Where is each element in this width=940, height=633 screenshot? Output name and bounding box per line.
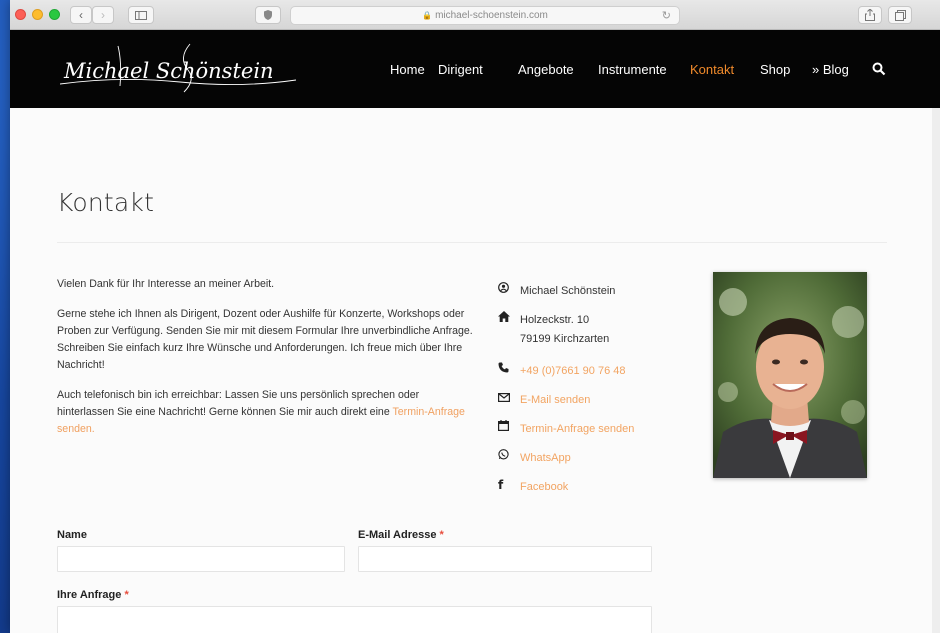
nav-item-angebote[interactable]: Angebote [518,58,574,81]
chevron-right-icon: › [101,8,105,22]
main-content: Kontakt Vielen Dank für Ihr Interesse an… [10,108,940,633]
page-title: Kontakt [57,188,155,217]
intro-paragraph-2: Gerne stehe ich Ihnen als Dirigent, Doze… [57,308,473,371]
request-label: Ihre Anfrage * [57,589,129,601]
svg-text:Michael Schönstein: Michael Schönstein [63,59,274,83]
facebook-icon: f [498,478,504,492]
nav-item-shop[interactable]: Shop [760,58,790,81]
privacy-button[interactable] [255,6,281,24]
contact-street: Holzeckstr. 10 [520,314,590,326]
required-marker: * [439,529,444,541]
zoom-window-button[interactable] [49,9,60,20]
tabs-icon [894,9,906,21]
portrait-photo [713,272,867,478]
sidebar-icon [135,10,147,20]
phone-icon [498,362,520,381]
search-icon [872,62,886,76]
minimize-window-button[interactable] [32,9,43,20]
email-label-text: E-Mail Adresse [358,529,437,541]
required-marker: * [124,589,129,601]
show-tabs-button[interactable] [888,6,912,24]
site-header: Michael Schönstein Home Dirigent Angebot… [10,30,940,108]
calendar-icon [498,420,520,439]
request-label-text: Ihre Anfrage [57,589,122,601]
contact-facebook-link[interactable]: Facebook [520,478,568,497]
contact-facebook-row: f Facebook [498,478,698,497]
shield-icon [264,10,272,20]
person-icon [498,282,520,301]
lock-icon: 🔒 [422,11,433,20]
contact-name-row: Michael Schönstein [498,282,698,301]
nav-item-kontakt[interactable]: Kontakt [690,58,734,81]
intro-paragraph-3-text: Auch telefonisch bin ich erreichbar: Las… [57,389,420,418]
share-icon [865,9,875,21]
search-button[interactable] [872,62,886,76]
browser-toolbar: ‹ › 🔒 michael-schoenstein.com ↻ [10,0,940,30]
sidebar-button[interactable] [128,6,154,24]
share-button[interactable] [858,6,882,24]
signature-logo: Michael Schönstein [59,43,297,93]
email-label: E-Mail Adresse * [358,529,444,541]
chevron-left-icon: ‹ [79,8,83,22]
contact-appointment-row: Termin-Anfrage senden [498,420,698,439]
intro-text: Vielen Dank für Ihr Interesse an meiner … [57,276,477,451]
back-button[interactable]: ‹ [70,6,92,24]
home-icon [498,311,520,349]
title-divider [57,242,887,243]
contact-address: Holzeckstr. 10 79199 Kirchzarten [520,311,609,349]
reload-icon[interactable]: ↻ [662,9,671,22]
browser-window: ‹ › 🔒 michael-schoenstein.com ↻ Michael … [10,0,940,633]
page-scrollbar[interactable] [932,108,940,633]
name-input[interactable] [57,546,345,572]
nav-item-instrumente[interactable]: Instrumente [598,58,667,81]
site-logo[interactable]: Michael Schönstein [59,40,300,98]
nav-item-dirigent[interactable]: Dirigent [438,58,483,81]
intro-paragraph-1: Vielen Dank für Ihr Interesse an meiner … [57,278,275,290]
forward-button[interactable]: › [92,6,114,24]
address-bar[interactable]: 🔒 michael-schoenstein.com ↻ [290,6,680,25]
close-window-button[interactable] [15,9,26,20]
contact-appointment-link[interactable]: Termin-Anfrage senden [520,420,634,439]
contact-address-row: Holzeckstr. 10 79199 Kirchzarten [498,311,698,349]
email-input[interactable] [358,546,652,572]
contact-whatsapp-link[interactable]: WhatsApp [520,449,571,468]
intro-paragraph-3: Auch telefonisch bin ich erreichbar: Las… [57,387,477,438]
contact-email-row: E-Mail senden [498,391,698,410]
contact-phone-link[interactable]: +49 (0)7661 90 76 48 [520,362,626,381]
envelope-icon [498,391,520,410]
name-label: Name [57,529,87,541]
contact-name: Michael Schönstein [520,285,616,297]
url-text: michael-schoenstein.com [435,10,548,21]
nav-item-blog[interactable]: » Blog [812,58,849,81]
contact-phone-row: +49 (0)7661 90 76 48 [498,362,698,381]
contact-city: 79199 Kirchzarten [520,333,610,345]
nav-item-home[interactable]: Home [390,58,425,81]
name-label-text: Name [57,529,87,541]
window-controls [15,9,60,20]
contact-email-link[interactable]: E-Mail senden [520,391,590,410]
whatsapp-icon [498,449,520,468]
portrait-image [713,272,867,478]
request-textarea[interactable] [57,606,652,633]
contact-whatsapp-row: WhatsApp [498,449,698,468]
